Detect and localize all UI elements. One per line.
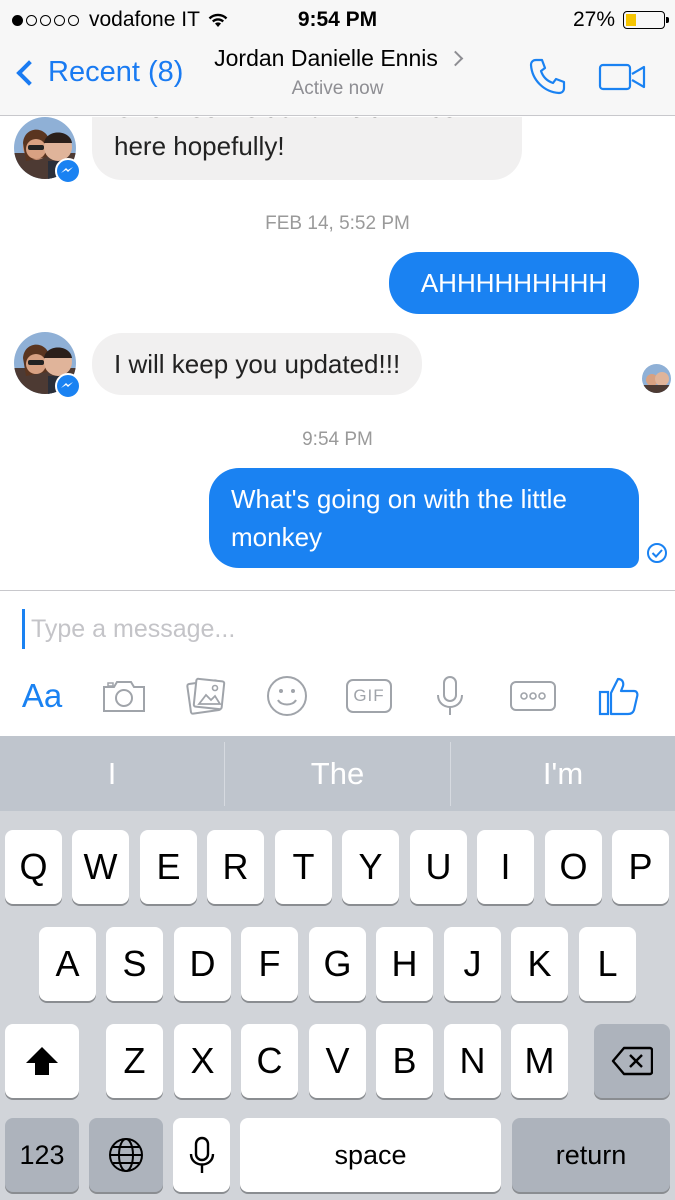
message-bubble-incoming[interactable]: I will keep you updated!!! [92, 333, 423, 395]
text-format-button[interactable]: Aa [18, 671, 66, 721]
key[interactable]: Y [342, 830, 399, 904]
conversation-header: Recent (8) Jordan Danielle Ennis Active … [0, 38, 675, 116]
emoji-button[interactable] [264, 671, 310, 721]
message-timestamp: 9:54 PM [302, 429, 373, 450]
key[interactable]: B [376, 1024, 433, 1098]
key[interactable]: R [207, 830, 264, 904]
backspace-icon [611, 1046, 653, 1076]
message-text: here hopefully! [114, 131, 285, 161]
keyboard: I The I'm Q W E R T Y U I O P A S D F G … [0, 736, 675, 1200]
battery-info: 27% [572, 8, 669, 32]
more-button[interactable] [508, 671, 558, 721]
key[interactable]: K [511, 927, 568, 1001]
message-timestamp: FEB 14, 5:52 PM [265, 213, 410, 234]
globe-icon [109, 1138, 143, 1172]
key[interactable]: F [241, 927, 298, 1001]
gallery-button[interactable] [182, 671, 230, 721]
key[interactable]: I [477, 830, 534, 904]
key[interactable]: X [174, 1024, 231, 1098]
compose-area: Aa [0, 590, 675, 736]
key[interactable]: T [275, 830, 332, 904]
dictation-microphone-icon [189, 1136, 214, 1173]
like-button[interactable] [596, 671, 642, 721]
message-text-line: What's going on with the little [231, 484, 567, 514]
contact-header[interactable]: Jordan Danielle Ennis Active now [0, 45, 675, 100]
compose-toolbar: Aa GIF [0, 671, 675, 721]
status-bar: vodafone IT 9:54 PM 27% [0, 0, 675, 38]
key[interactable]: U [410, 830, 467, 904]
suggestion[interactable]: I'm [451, 736, 675, 811]
key[interactable]: M [511, 1024, 568, 1098]
key[interactable]: G [309, 927, 366, 1001]
key[interactable]: A [39, 927, 96, 1001]
microphone-icon [437, 676, 463, 715]
gif-label: GIF [353, 686, 385, 705]
key[interactable]: P [612, 830, 669, 904]
predictive-bar: I The I'm [0, 736, 675, 811]
key[interactable]: N [444, 1024, 501, 1098]
camera-icon [103, 681, 145, 712]
numbers-key[interactable]: 123 [5, 1118, 79, 1192]
video-camera-icon[interactable] [598, 62, 648, 92]
globe-key[interactable] [89, 1118, 163, 1192]
backspace-key[interactable] [594, 1024, 670, 1098]
contact-status: Active now [291, 78, 384, 99]
message-bubble-outgoing[interactable]: What's going on with the little monkey [209, 468, 639, 568]
suggestion[interactable]: I [0, 736, 224, 811]
key[interactable]: L [579, 927, 636, 1001]
message-bubble-outgoing[interactable]: AHHHHHHHHH [389, 252, 639, 314]
emoji-icon [267, 676, 307, 716]
contact-name: Jordan Danielle Ennis [214, 45, 438, 71]
key[interactable]: J [444, 927, 501, 1001]
key[interactable]: V [309, 1024, 366, 1098]
more-icon [510, 681, 556, 711]
messenger-badge-icon [55, 158, 81, 184]
shift-key[interactable] [5, 1024, 79, 1098]
voice-button[interactable] [432, 671, 468, 721]
message-thread[interactable]: One week left and Holt will be here hope… [0, 117, 675, 590]
key[interactable]: D [174, 927, 231, 1001]
return-key[interactable]: return [512, 1118, 670, 1192]
sent-check-icon [647, 543, 667, 563]
space-key[interactable]: space [240, 1118, 501, 1192]
photo-gallery-icon [186, 677, 226, 715]
camera-button[interactable] [100, 671, 148, 721]
message-text-partial: One week left and Holt will be [114, 117, 457, 127]
message-bubble-incoming[interactable]: One week left and Holt will be here hope… [92, 117, 522, 180]
phone-icon[interactable] [527, 56, 567, 96]
key[interactable]: H [376, 927, 433, 1001]
battery-percent: 27% [572, 8, 615, 31]
key[interactable]: Q [5, 830, 62, 904]
message-text-line: monkey [231, 522, 323, 552]
battery-icon [623, 11, 669, 29]
key[interactable]: W [72, 830, 129, 904]
chevron-right-icon [447, 50, 464, 67]
thumbs-up-icon [598, 677, 639, 716]
shift-icon [26, 1047, 58, 1075]
gif-button[interactable]: GIF [344, 671, 394, 721]
key[interactable]: S [106, 927, 163, 1001]
messenger-badge-icon [55, 373, 81, 399]
key[interactable]: C [241, 1024, 298, 1098]
suggestion[interactable]: The [225, 736, 450, 811]
key[interactable]: E [140, 830, 197, 904]
dictation-key[interactable] [173, 1118, 230, 1192]
read-receipt-avatar [642, 364, 671, 393]
key[interactable]: Z [106, 1024, 163, 1098]
key[interactable]: O [545, 830, 602, 904]
message-input[interactable] [22, 609, 642, 649]
